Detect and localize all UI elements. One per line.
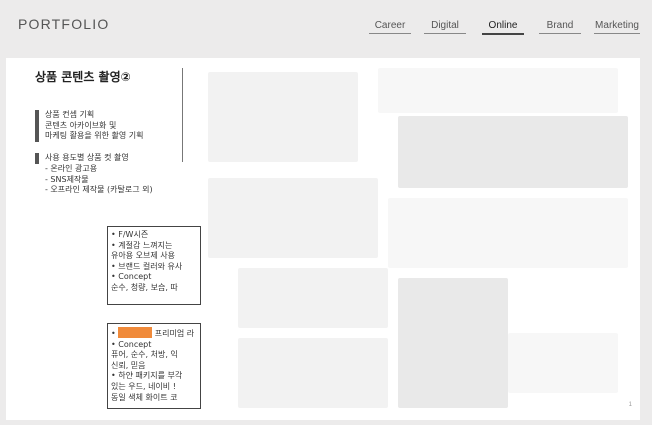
product-photo-collage [198, 68, 636, 413]
concept-line: • 프리미엄 라 [108, 327, 200, 340]
concept-line: • 계절감 느껴지는 [111, 240, 173, 250]
concept-line: • F/W시즌 [111, 230, 149, 239]
product-photo [508, 333, 618, 393]
section-planning-line: 마케팅 활용을 위한 촬영 기획 [45, 131, 144, 141]
top-nav: Career Digital Online Brand Marketing [0, 20, 652, 40]
concept-line: • 하얀 패키지를 부각 [111, 371, 183, 381]
concept-line: 있는 우드, 네이비 ! [111, 381, 176, 391]
slide-title: 상품 콘텐츠 촬영② [35, 70, 131, 84]
product-photo [238, 268, 388, 328]
section-planning-line: 콘텐츠 아카이브화 및 [45, 120, 117, 130]
concept-line: • 브랜드 컬러와 유사 [111, 261, 183, 271]
bullet: • [111, 329, 119, 338]
concept-line: 퓨어, 순수, 처방, 익 [111, 350, 178, 360]
page-number: 1 [628, 402, 632, 408]
nav-digital[interactable]: Digital [424, 20, 466, 34]
nav-marketing[interactable]: Marketing [594, 20, 640, 34]
concept-line: 신뢰, 믿음 [111, 360, 146, 370]
product-photo [378, 68, 618, 113]
product-photo [238, 338, 388, 408]
product-photo [208, 72, 358, 162]
concept-line: 유아용 오브제 사용 [111, 251, 175, 261]
nav-brand[interactable]: Brand [539, 20, 581, 34]
usage-list: - 온라인 광고용 - SNS제작물 - 오프라인 제작물 (카탈로그 외) [45, 164, 153, 196]
usage-item: - SNS제작물 [45, 174, 89, 184]
product-photo [208, 178, 378, 258]
nav-career[interactable]: Career [369, 20, 411, 34]
section-planning: 상품 컨셉 기획 콘텐츠 아카이브화 및 마케팅 활용을 위한 촬영 기획 [35, 110, 144, 142]
title-divider [182, 68, 183, 162]
usage-item: - 온라인 광고용 [45, 164, 98, 173]
section-usage-heading: 사용 용도별 상품 컷 촬영 [45, 153, 129, 162]
slide-card: 상품 콘텐츠 촬영② 상품 컨셉 기획 콘텐츠 아카이브화 및 마케팅 활용을 … [6, 58, 640, 420]
section-usage: 사용 용도별 상품 컷 촬영 [35, 153, 129, 164]
nav-online[interactable]: Online [482, 20, 524, 35]
concept-line-text: 프리미엄 라 [152, 329, 195, 338]
concept-line: • Concept [111, 272, 152, 282]
concept-box-fw: • F/W시즌 • 계절감 느껴지는 유아용 오브제 사용 • 브랜드 컬러와 … [107, 226, 201, 305]
redacted-brand [118, 327, 153, 338]
page: PORTFOLIO Career Digital Online Brand Ma… [0, 0, 652, 425]
concept-line: 순수, 청량, 보습, 따 [111, 282, 178, 292]
section-planning-line: 상품 컨셉 기획 [45, 110, 95, 119]
product-photo [398, 278, 508, 408]
product-photo [388, 198, 628, 268]
product-photo [398, 116, 628, 188]
concept-line: 동일 색체 화이트 코 [111, 392, 178, 402]
usage-item: - 오프라인 제작물 (카탈로그 외) [45, 185, 153, 195]
concept-box-premium: • 프리미엄 라 • Concept 퓨어, 순수, 처방, 익 신뢰, 믿음 … [107, 323, 201, 409]
concept-line: • Concept [111, 339, 152, 349]
